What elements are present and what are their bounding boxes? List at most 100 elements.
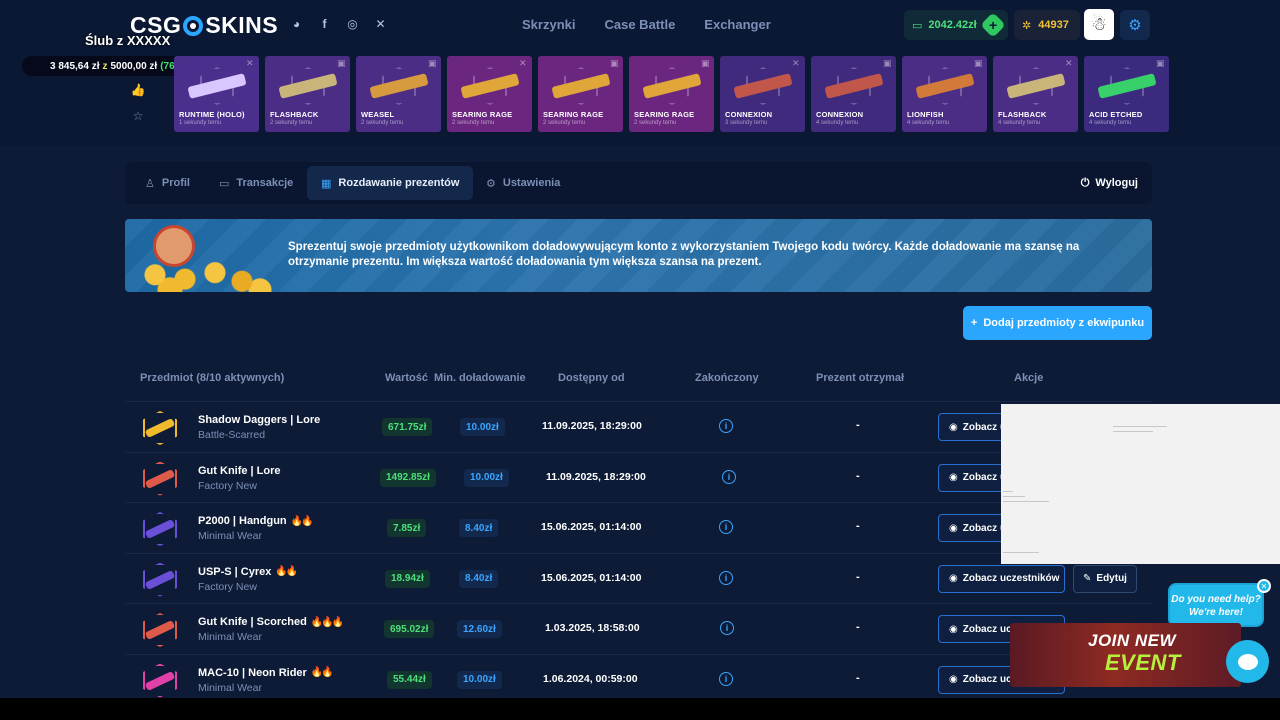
tab-transactions[interactable]: ▭ Transakcje <box>205 166 307 200</box>
col-min-topup: Min. doładowanie <box>434 372 526 384</box>
edit-label: Edytuj <box>1096 573 1127 584</box>
info-icon[interactable]: i <box>719 570 733 585</box>
drop-time: 3 sekundy temu <box>725 120 768 126</box>
table-row: P2000 | Handgun 🔥🔥 Minimal Wear 7.85zł 8.40z… <box>125 502 1152 552</box>
tab-profile[interactable]: ♙ Profil <box>131 166 204 200</box>
eye-icon: ◉ <box>949 472 958 483</box>
live-drop-card[interactable]: ▣ LIONFISH 4 sekundy temu <box>902 56 987 132</box>
item-name-line: MAC-10 | Neon Rider 🔥🔥 <box>198 667 334 679</box>
item-name-line: Gut Knife | Lore <box>198 465 285 477</box>
balance-display[interactable]: ▭ 2042.42zł + <box>904 10 1008 40</box>
coins-display[interactable]: ✲ 44937 <box>1014 10 1080 40</box>
info-icon[interactable]: i <box>719 419 733 433</box>
drop-time: 2 sekundy temu <box>361 120 404 126</box>
x-icon[interactable]: ✕ <box>371 14 390 33</box>
plus-icon: + <box>970 317 978 329</box>
chat-icon[interactable] <box>1226 640 1269 683</box>
item-condition: Minimal Wear <box>198 530 262 542</box>
table-row: Gut Knife | Lore Factory New 1492.85zł 10.0… <box>125 451 1152 502</box>
logout-button[interactable]: ⏻ Wyloguj <box>1081 166 1138 200</box>
close-icon[interactable]: ✕ <box>1257 579 1271 593</box>
live-drop-card[interactable]: ✕ CONNEXION 3 sekundy temu <box>720 56 805 132</box>
star-icon[interactable]: ☆ <box>128 108 148 124</box>
add-items-from-inventory-button[interactable]: + Dodaj przedmioty z ekwipunku <box>963 306 1152 340</box>
live-drop-card[interactable]: ▣ SEARING RAGE 2 sekundy temu <box>629 56 714 132</box>
nav-case-battle[interactable]: Case Battle <box>604 17 675 32</box>
min-topup: 8.40zł <box>459 519 499 537</box>
case-icon: ▣ <box>428 58 437 68</box>
live-drop-card[interactable]: ▣ FLASHBACK 2 sekundy temu <box>265 56 350 132</box>
info-icon[interactable]: i <box>719 671 733 686</box>
col-gift-received: Prezent otrzymał <box>816 372 905 384</box>
eye-icon: ◉ <box>949 623 958 635</box>
goal-of-word: z <box>102 60 108 72</box>
gift-received: - <box>856 520 860 532</box>
case-icon: ▣ <box>337 58 346 68</box>
live-drop-card[interactable]: ▣ ACID ETCHED 4 sekundy temu <box>1084 56 1169 132</box>
edit-button[interactable]: ✎ Edytuj <box>1073 564 1137 593</box>
info-icon[interactable]: i <box>719 520 733 534</box>
tab-label: Ustawienia <box>502 177 561 189</box>
drop-time: 4 sekundy temu <box>907 120 950 126</box>
fire-icon: 🔥🔥 <box>290 515 314 527</box>
avatar[interactable]: ☃ <box>1084 9 1114 40</box>
instagram-icon[interactable]: ◎ <box>343 14 362 33</box>
available-from: 11.09.2025, 18:29:00 <box>546 470 646 483</box>
item-value: 55.44zł <box>387 670 432 689</box>
crossed-swords-icon: ✕ <box>1065 58 1073 68</box>
goal-amount: 3 845,64 zł <box>50 60 100 72</box>
min-topup: 12.60zł <box>457 620 502 638</box>
live-drop-card[interactable]: ▣ SEARING RAGE 2 sekundy temu <box>538 56 623 132</box>
item-value: 695.02zł <box>384 620 435 638</box>
drop-time: 2 sekundy temu <box>543 120 586 126</box>
help-chat-bubble[interactable]: Do you need help? We're here! <box>1168 583 1264 627</box>
drop-name: CONNEXION <box>725 110 773 119</box>
item-value: 18.94zł <box>385 569 430 588</box>
item-thumbnail <box>143 461 177 496</box>
crossed-swords-icon: ✕ <box>519 58 527 68</box>
live-drop-card[interactable]: ✕ SEARING RAGE 2 sekundy temu <box>447 56 532 132</box>
min-topup: 10.00zł <box>464 468 509 487</box>
drop-name: SEARING RAGE <box>634 110 695 119</box>
item-thumbnail <box>143 512 177 546</box>
settings-gear-icon[interactable]: ⚙ <box>1120 10 1150 40</box>
nav-cases[interactable]: Skrzynki <box>522 17 575 32</box>
thumbs-up-icon[interactable]: 👍 <box>128 82 148 98</box>
facebook-icon[interactable]: f <box>315 14 334 33</box>
goal-target: 5000,00 zł <box>110 60 158 72</box>
item-name: Shadow Daggers | Lore <box>198 414 321 426</box>
item-value: 671.75zł <box>382 418 433 436</box>
live-drop-card[interactable]: ✕ RUNTIME (HOLO) 1 sekundy temu <box>174 56 259 132</box>
drop-time: 2 sekundy temu <box>452 120 495 126</box>
deposit-plus-icon[interactable]: + <box>980 12 1006 38</box>
profile-tabs: ♙ Profil ▭ Transakcje ▦ Rozdawanie preze… <box>125 162 1152 204</box>
coin-icon: ✲ <box>1022 19 1032 32</box>
nav-exchanger[interactable]: Exchanger <box>704 17 770 32</box>
main-nav: Skrzynki Case Battle Exchanger <box>522 17 771 32</box>
user-icon: ♙ <box>145 177 155 190</box>
power-icon: ⏻ <box>1080 176 1090 189</box>
help-line-2: We're here! <box>1189 607 1243 618</box>
live-drop-card[interactable]: ▣ CONNEXION 4 sekundy temu <box>811 56 896 132</box>
help-line-1: Do you need help? <box>1171 594 1261 605</box>
join-event-banner[interactable]: JOIN NEW EVENT <box>1010 623 1241 687</box>
item-name: Gut Knife | Scorched <box>198 616 307 628</box>
live-drop-card[interactable]: ✕ FLASHBACK 4 sekundy temu <box>993 56 1078 132</box>
wallet-icon: ▭ <box>912 19 923 32</box>
logout-label: Wyloguj <box>1095 177 1138 189</box>
item-name: USP-S | Cyrex <box>198 565 272 578</box>
info-icon[interactable]: i <box>722 469 736 484</box>
mascot-illustration <box>153 225 195 267</box>
available-from: 11.09.2025, 18:29:00 <box>542 420 642 432</box>
info-icon[interactable]: i <box>720 621 734 635</box>
view-participants-button[interactable]: ◉ Zobacz uczestników <box>938 564 1065 593</box>
crossed-swords-icon: ✕ <box>246 58 254 68</box>
wallet-icon: ▭ <box>219 177 230 190</box>
eye-icon: ◉ <box>949 573 958 584</box>
available-from: 1.06.2024, 00:59:00 <box>543 672 638 685</box>
discord-icon[interactable]: ◕ <box>287 14 306 33</box>
tab-gift-giveaway[interactable]: ▦ Rozdawanie prezentów <box>307 166 474 200</box>
tab-settings[interactable]: ⚙ Ustawienia <box>472 166 574 200</box>
live-drop-card[interactable]: ▣ WEASEL 2 sekundy temu <box>356 56 441 132</box>
drop-name: SEARING RAGE <box>543 110 604 119</box>
